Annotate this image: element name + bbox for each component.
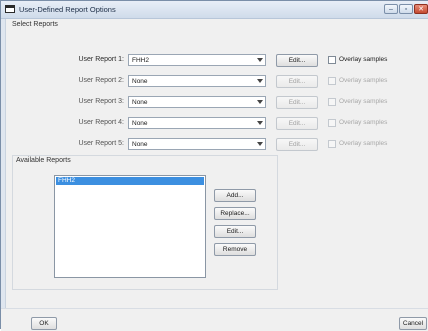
available-reports-group-title: Available Reports <box>16 157 71 164</box>
user-report-1-label: User Report 1: <box>78 56 124 63</box>
title-bar[interactable]: User-Defined Report Options – ▫ ✕ <box>1 1 428 19</box>
user-report-4-overlay-checkbox[interactable] <box>328 119 336 127</box>
user-report-3-label: User Report 3: <box>78 98 124 105</box>
add-report-button[interactable]: Add... <box>214 189 256 202</box>
edit-report-button[interactable]: Edit... <box>214 225 256 238</box>
chevron-down-icon <box>257 100 263 104</box>
user-report-1-overlay-label: Overlay samples <box>339 56 388 63</box>
user-report-3-value: None <box>132 99 148 106</box>
user-report-3-select[interactable]: None <box>128 96 266 108</box>
close-icon: ✕ <box>418 6 424 13</box>
minimize-icon: – <box>389 6 393 13</box>
replace-report-button[interactable]: Replace... <box>214 207 256 220</box>
minimize-button[interactable]: – <box>384 4 398 14</box>
list-item[interactable]: FHH2 <box>56 177 204 185</box>
user-report-2-select[interactable]: None <box>128 75 266 87</box>
user-report-4-select[interactable]: None <box>128 117 266 129</box>
user-report-5-overlay-label: Overlay samples <box>339 140 388 147</box>
user-report-3-overlay-label: Overlay samples <box>339 98 388 105</box>
user-report-4-label: User Report 4: <box>78 119 124 126</box>
window-app-icon <box>5 5 15 13</box>
cancel-button[interactable]: Cancel <box>399 317 427 330</box>
user-report-3-overlay-checkbox[interactable] <box>328 98 336 106</box>
chevron-down-icon <box>257 121 263 125</box>
user-report-1-value: FHH2 <box>132 57 149 64</box>
window-title: User-Defined Report Options <box>19 5 116 14</box>
maximize-icon: ▫ <box>404 6 408 13</box>
available-reports-list[interactable]: FHH2 <box>54 175 206 278</box>
user-report-4-overlay-label: Overlay samples <box>339 119 388 126</box>
user-report-2-overlay-label: Overlay samples <box>339 77 388 84</box>
user-report-5-overlay-checkbox[interactable] <box>328 140 336 148</box>
user-report-4-edit-button[interactable]: Edit... <box>276 117 318 130</box>
dialog-window: User-Defined Report Options – ▫ ✕ Select… <box>0 0 428 331</box>
maximize-button[interactable]: ▫ <box>399 4 413 14</box>
user-report-5-label: User Report 5: <box>78 140 124 147</box>
chevron-down-icon <box>257 58 263 62</box>
user-report-5-edit-button[interactable]: Edit... <box>276 138 318 151</box>
user-report-4-value: None <box>132 120 148 127</box>
select-reports-group-title: Select Reports <box>12 21 58 28</box>
remove-report-button[interactable]: Remove <box>214 243 256 256</box>
user-report-5-value: None <box>132 141 148 148</box>
user-report-2-label: User Report 2: <box>78 77 124 84</box>
chevron-down-icon <box>257 79 263 83</box>
user-report-2-value: None <box>132 78 148 85</box>
user-report-5-select[interactable]: None <box>128 138 266 150</box>
dialog-client-area: Select Reports User Report 1: FHH2 Edit.… <box>5 19 428 309</box>
close-button[interactable]: ✕ <box>414 4 428 14</box>
user-report-2-edit-button[interactable]: Edit... <box>276 75 318 88</box>
ok-button[interactable]: OK <box>31 317 57 330</box>
user-report-1-edit-button[interactable]: Edit... <box>276 54 318 67</box>
dialog-button-bar: OK Cancel <box>1 308 428 331</box>
chevron-down-icon <box>257 142 263 146</box>
user-report-1-select[interactable]: FHH2 <box>128 54 266 66</box>
user-report-2-overlay-checkbox[interactable] <box>328 77 336 85</box>
user-report-3-edit-button[interactable]: Edit... <box>276 96 318 109</box>
user-report-1-overlay-checkbox[interactable] <box>328 56 336 64</box>
